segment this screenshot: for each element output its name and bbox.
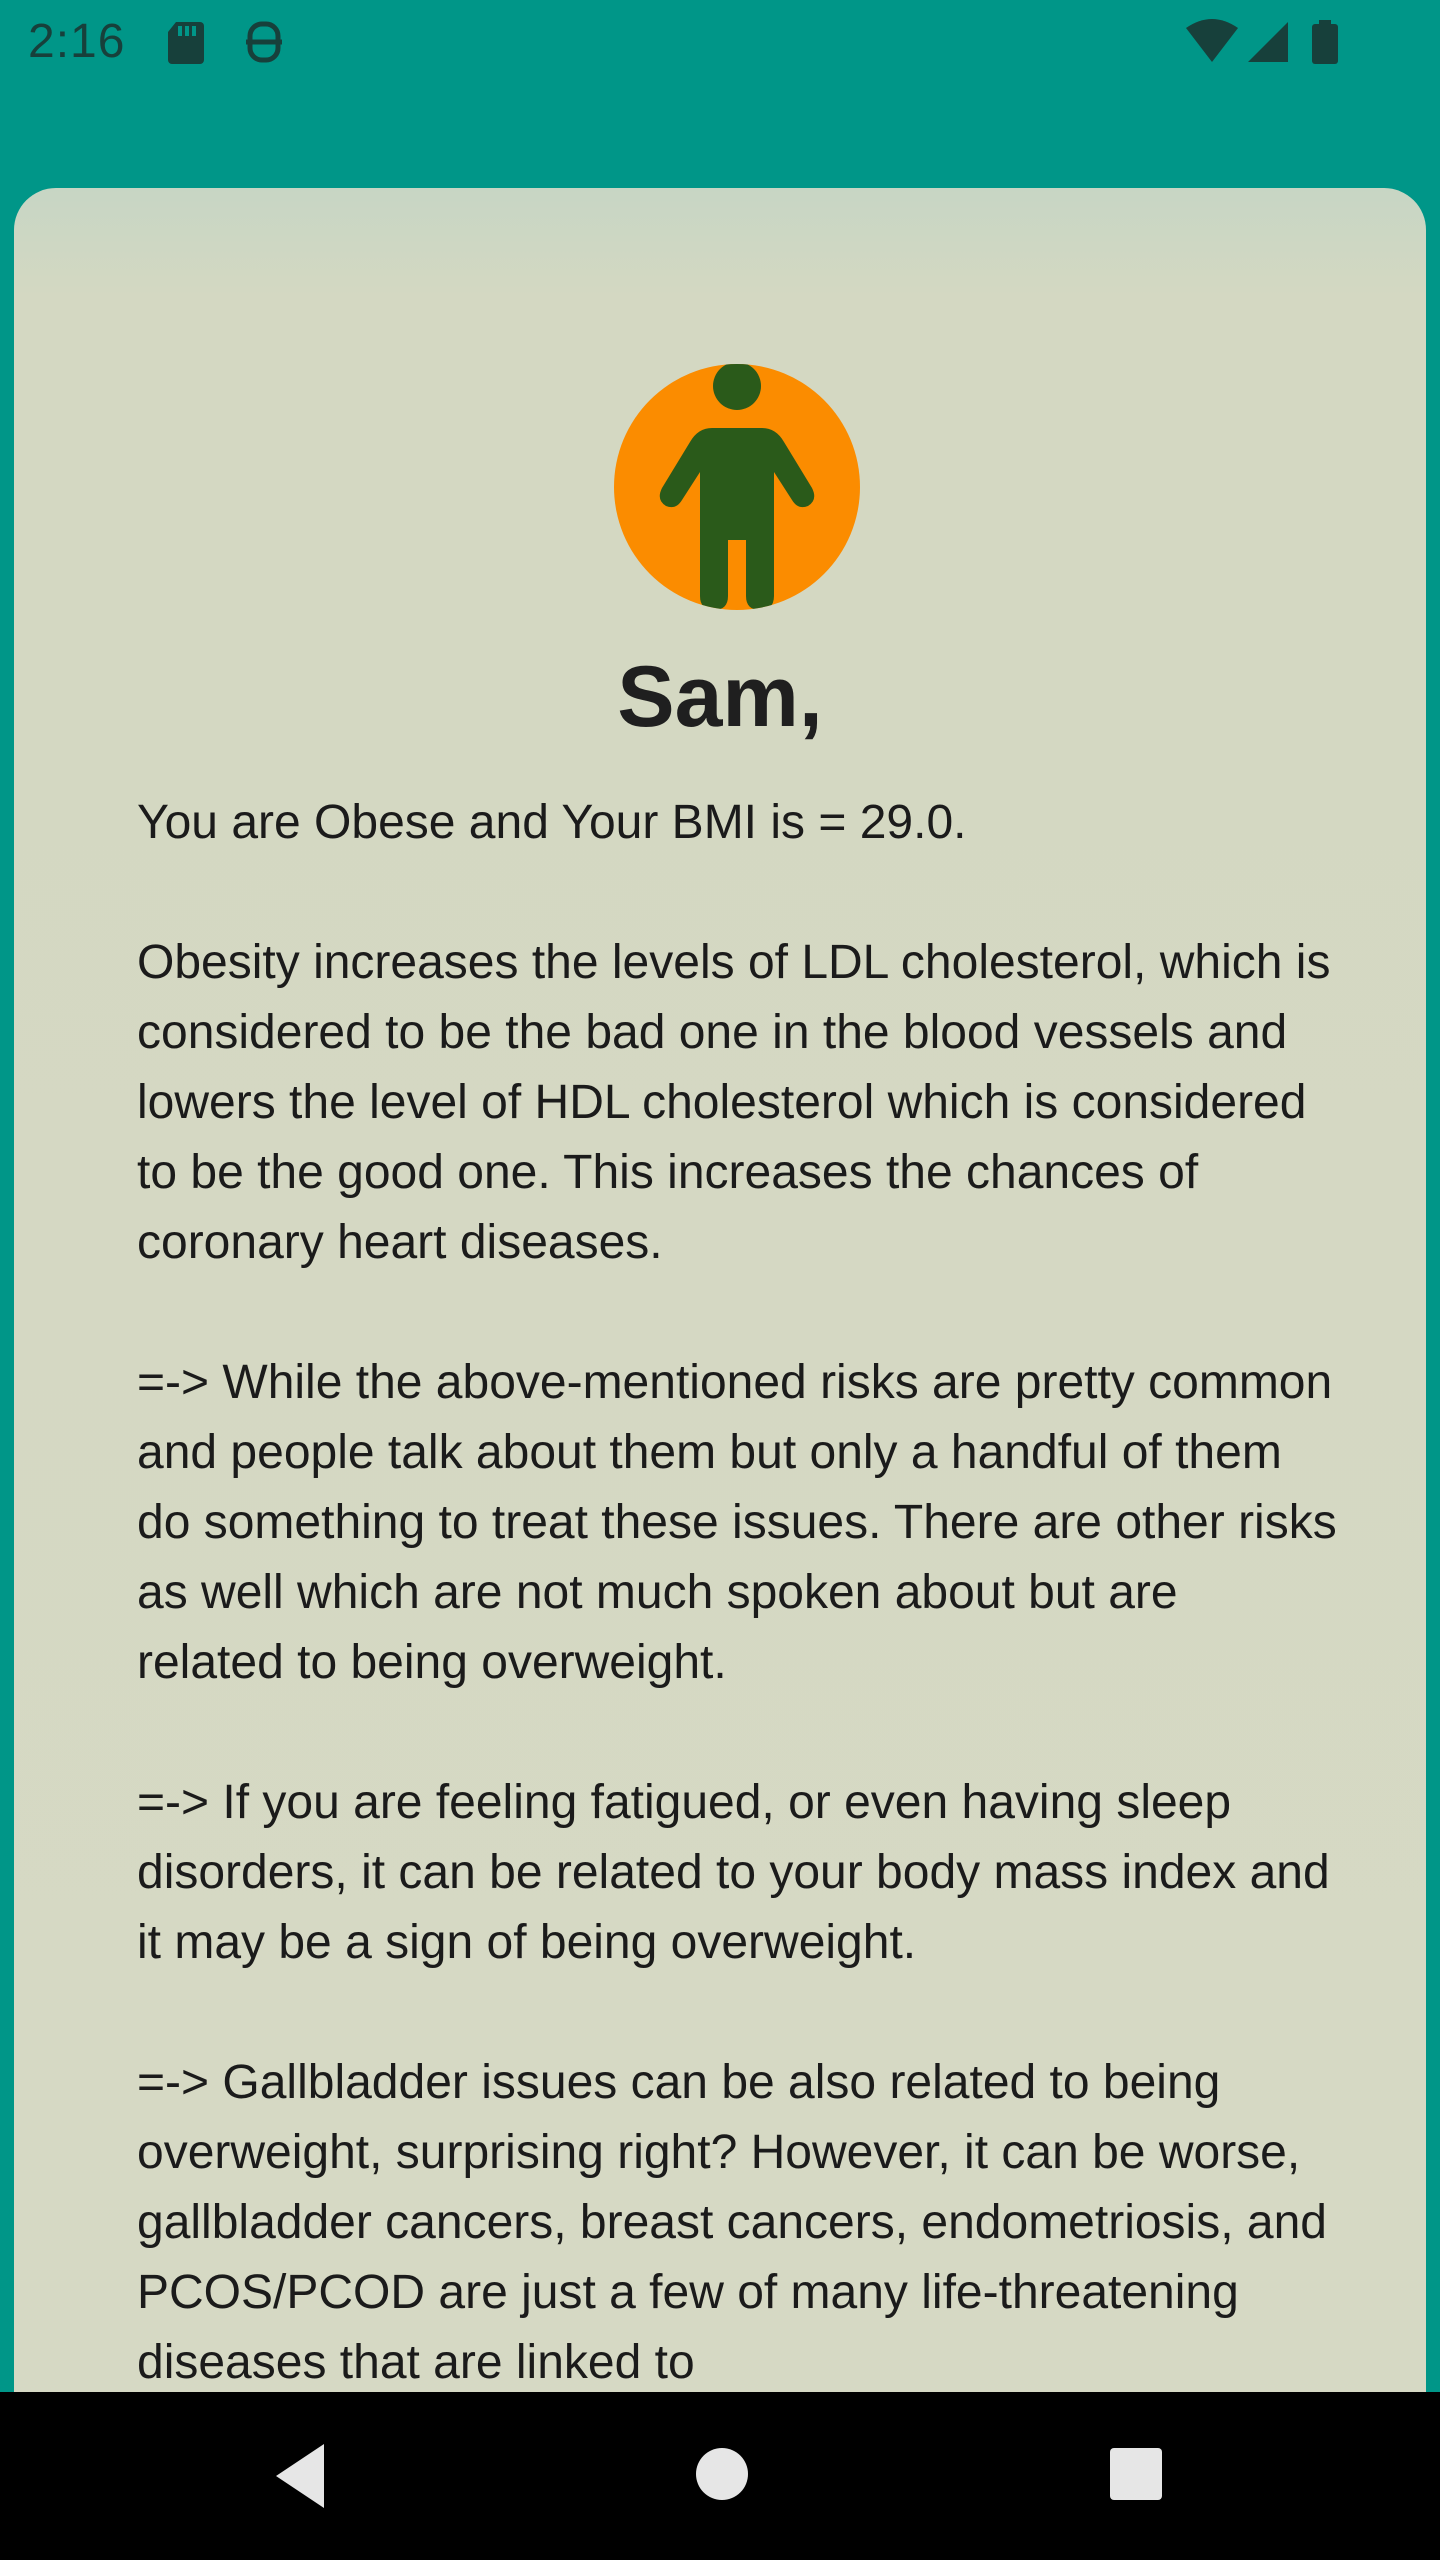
status-bar: 2:16 <box>0 0 1440 84</box>
user-name: Sam, <box>617 649 823 745</box>
status-time: 2:16 <box>28 15 126 68</box>
back-button[interactable] <box>266 2436 338 2521</box>
avatar <box>614 364 860 610</box>
screenshot-icon <box>242 18 286 71</box>
recents-icon <box>1110 2448 1162 2500</box>
home-button[interactable] <box>690 2442 754 2511</box>
battery-icon <box>1310 18 1340 71</box>
sd-card-icon <box>164 18 208 71</box>
recents-button[interactable] <box>1104 2442 1168 2511</box>
person-icon <box>659 364 815 610</box>
back-icon <box>276 2444 324 2508</box>
home-icon <box>696 2448 748 2500</box>
wifi-icon <box>1184 18 1240 71</box>
cellular-signal-icon <box>1246 18 1290 71</box>
bmi-result-text: You are Obese and Your BMI is = 29.0. Ob… <box>137 796 1337 2389</box>
result-card: Sam, You are Obese and Your BMI is = 29.… <box>14 188 1426 2448</box>
navigation-bar <box>0 2392 1440 2560</box>
